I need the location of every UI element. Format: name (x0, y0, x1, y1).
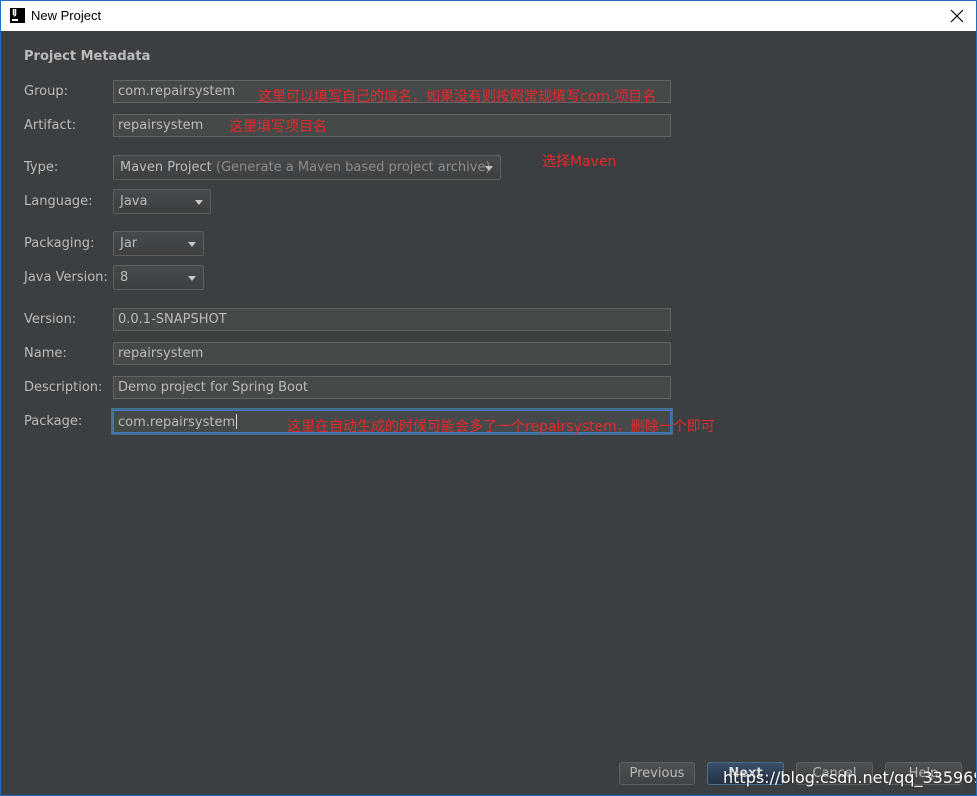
type-label: Type: (24, 160, 59, 175)
artifact-input[interactable]: repairsystem (113, 114, 671, 137)
artifact-label: Artifact: (24, 118, 77, 133)
packaging-select-value: Jar (120, 236, 138, 251)
version-label: Version: (24, 312, 77, 327)
packaging-select[interactable]: Jar (113, 231, 204, 256)
type-select-value: Maven Project (120, 160, 212, 175)
type-select-hint: (Generate a Maven based project archive) (215, 160, 491, 175)
version-input[interactable]: 0.0.1-SNAPSHOT (113, 308, 671, 331)
previous-button[interactable]: Previous (619, 762, 695, 785)
description-input[interactable]: Demo project for Spring Boot (113, 376, 671, 399)
name-input[interactable]: repairsystem (113, 342, 671, 365)
package-annotation: 这里在自动生成的时候可能会多了一个repairsystem，删除一个即可 (287, 419, 715, 435)
name-label: Name: (24, 346, 67, 361)
java-version-select-value: 8 (120, 270, 129, 285)
section-title: Project Metadata (24, 49, 151, 64)
title-bar: IJ New Project (1, 1, 976, 31)
text-caret (236, 414, 238, 429)
group-annotation: 这里可以填写自己的域名，如果没有则按照常规填写com.项目名 (258, 89, 657, 105)
artifact-annotation: 这里填写项目名 (229, 119, 327, 135)
watermark: https://blog.csdn.net/qq_33596978 (723, 768, 977, 787)
description-label: Description: (24, 380, 103, 395)
package-input-value: com.repairsystem (118, 415, 236, 430)
chevron-down-icon (195, 200, 203, 205)
window-title: New Project (31, 8, 102, 23)
chevron-down-icon (485, 166, 493, 171)
close-icon (950, 9, 964, 23)
group-label: Group: (24, 84, 68, 99)
chevron-down-icon (188, 242, 196, 247)
package-label: Package: (24, 414, 83, 429)
chevron-down-icon (188, 276, 196, 281)
java-version-select[interactable]: 8 (113, 265, 204, 290)
language-select-value: Java (120, 194, 148, 209)
close-button[interactable] (942, 1, 972, 31)
new-project-dialog: IJ New Project Project Metadata Group: c… (0, 0, 977, 796)
packaging-label: Packaging: (24, 236, 95, 251)
language-select[interactable]: Java (113, 189, 211, 214)
language-label: Language: (24, 194, 93, 209)
type-select[interactable]: Maven Project (Generate a Maven based pr… (113, 155, 501, 180)
intellij-idea-icon: IJ (10, 8, 25, 23)
java-version-label: Java Version: (24, 270, 108, 285)
type-annotation: 选择Maven (542, 154, 617, 170)
